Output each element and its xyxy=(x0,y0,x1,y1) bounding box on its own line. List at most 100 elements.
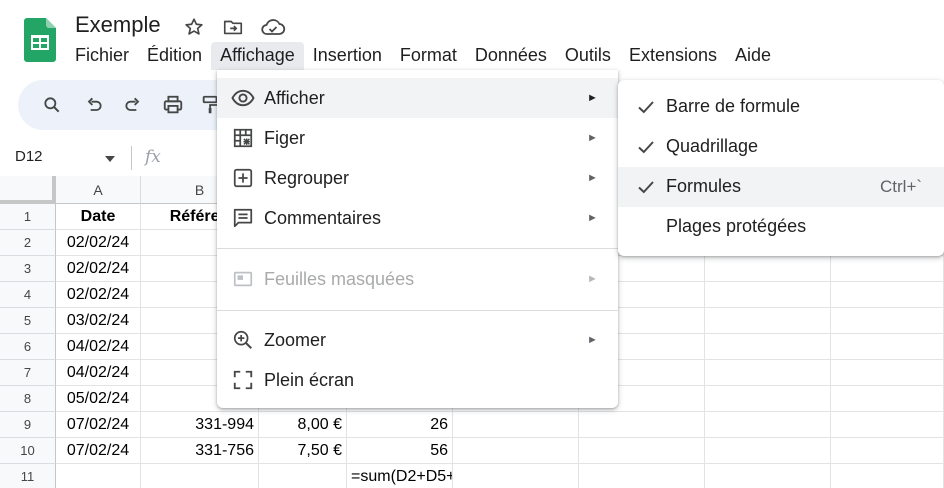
table-cell[interactable] xyxy=(141,464,258,488)
fx-icon: fx xyxy=(145,147,161,167)
checkmark-icon xyxy=(636,137,656,157)
submenu-arrow-icon: ► xyxy=(587,334,598,346)
view-menu-label: Plein écran xyxy=(264,369,355,390)
name-box-dropdown-icon[interactable] xyxy=(104,151,116,169)
row-header[interactable]: 7 xyxy=(0,360,56,386)
row-header[interactable]: 4 xyxy=(0,282,56,308)
menu-fichier[interactable]: Fichier xyxy=(66,42,138,70)
eye-icon xyxy=(231,86,255,110)
submenu-item-barre-de-formule[interactable]: Barre de formule xyxy=(618,87,944,127)
sheets-window: Exemple Fichier Édition Affichage Insert… xyxy=(0,0,944,488)
table-cell[interactable]: Date xyxy=(56,204,140,230)
table-cell[interactable]: 07/02/24 xyxy=(56,412,140,438)
comment-icon xyxy=(231,206,255,230)
sheets-logo-icon[interactable] xyxy=(24,18,56,62)
table-cell[interactable]: 02/02/24 xyxy=(56,230,140,256)
submenu-label: Quadrillage xyxy=(666,136,759,156)
menu-affichage[interactable]: Affichage xyxy=(211,42,304,70)
submenu-label: Barre de formule xyxy=(666,96,801,116)
view-menu-label: Regrouper xyxy=(264,167,350,188)
submenu-arrow-icon: ► xyxy=(587,132,598,144)
table-cell[interactable]: 8,00 € xyxy=(259,412,346,438)
row-header[interactable]: 2 xyxy=(0,230,56,256)
search-menus-icon[interactable] xyxy=(40,93,64,117)
view-menu-label: Figer xyxy=(264,127,306,148)
menu-edition[interactable]: Édition xyxy=(138,42,211,70)
submenu-arrow-icon: ► xyxy=(587,273,598,285)
menu-bar: Fichier Édition Affichage Insertion Form… xyxy=(66,42,780,70)
menu-outils[interactable]: Outils xyxy=(556,42,620,70)
print-icon[interactable] xyxy=(161,93,185,117)
move-folder-icon[interactable] xyxy=(220,14,246,40)
table-cell[interactable]: 04/02/24 xyxy=(56,360,140,386)
document-title[interactable]: Exemple xyxy=(75,12,161,38)
table-cell[interactable]: 07/02/24 xyxy=(56,438,140,464)
table-cell[interactable]: 331-756 xyxy=(141,438,258,464)
name-box[interactable]: D12 xyxy=(15,148,43,165)
view-menu-label: Zoomer xyxy=(264,329,327,350)
checkmark-icon xyxy=(636,177,656,197)
group-plus-icon xyxy=(231,166,255,190)
view-menu-item-afficher[interactable]: Afficher ► xyxy=(217,78,618,118)
view-menu-item-feuilles-masquees: Feuilles masquées ► xyxy=(217,259,618,299)
view-menu-label: Feuilles masquées xyxy=(264,268,415,289)
submenu-item-formules[interactable]: Formules Ctrl+` xyxy=(618,167,944,207)
menu-separator xyxy=(217,248,618,249)
freeze-icon xyxy=(231,126,255,150)
submenu-arrow-icon: ► xyxy=(587,92,598,104)
row-header[interactable]: 6 xyxy=(0,334,56,360)
table-cell[interactable]: 05/02/24 xyxy=(56,386,140,412)
table-cell[interactable]: =sum(D2+D5+ xyxy=(347,464,452,488)
table-cell[interactable]: 02/02/24 xyxy=(56,282,140,308)
menu-donnees[interactable]: Données xyxy=(466,42,556,70)
view-menu-item-figer[interactable]: Figer ► xyxy=(217,118,618,158)
menu-separator xyxy=(217,310,618,311)
zoom-in-icon xyxy=(231,328,255,352)
row-header[interactable]: 5 xyxy=(0,308,56,334)
formula-bar-divider xyxy=(131,146,132,170)
table-cell[interactable]: 7,50 € xyxy=(259,438,346,464)
row-header[interactable]: 8 xyxy=(0,386,56,412)
view-menu-label: Afficher xyxy=(264,87,325,108)
view-menu-item-zoomer[interactable]: Zoomer ► xyxy=(217,320,618,360)
table-cell[interactable]: 04/02/24 xyxy=(56,334,140,360)
redo-icon[interactable] xyxy=(121,93,145,117)
row-header[interactable]: 10 xyxy=(0,438,56,464)
fullscreen-icon xyxy=(231,368,255,392)
show-submenu: Barre de formule Quadrillage Formules Ct… xyxy=(618,80,944,256)
table-cell[interactable]: 02/02/24 xyxy=(56,256,140,282)
shortcut-hint: Ctrl+` xyxy=(880,177,923,196)
submenu-label: Plages protégées xyxy=(666,216,807,236)
view-menu-label: Commentaires xyxy=(264,207,382,228)
submenu-item-plages-protegees[interactable]: Plages protégées xyxy=(618,207,944,247)
checkmark-icon xyxy=(636,97,656,117)
row-header[interactable]: 3 xyxy=(0,256,56,282)
view-menu-item-plein-ecran[interactable]: Plein écran xyxy=(217,360,618,400)
submenu-label: Formules xyxy=(666,176,742,196)
submenu-arrow-icon: ► xyxy=(587,212,598,224)
column-header-a[interactable]: A xyxy=(56,176,141,204)
table-cell[interactable]: 26 xyxy=(347,412,452,438)
star-icon[interactable] xyxy=(181,14,207,40)
hidden-sheet-icon xyxy=(231,267,255,291)
submenu-item-quadrillage[interactable]: Quadrillage xyxy=(618,127,944,167)
table-cell[interactable]: 03/02/24 xyxy=(56,308,140,334)
view-menu-dropdown: Afficher ► Figer ► Regrouper ► Commentai… xyxy=(217,70,618,408)
select-all-corner[interactable] xyxy=(0,176,56,204)
menu-format[interactable]: Format xyxy=(391,42,466,70)
undo-icon[interactable] xyxy=(82,93,106,117)
table-cell[interactable]: 56 xyxy=(347,438,452,464)
cloud-saved-icon[interactable] xyxy=(260,14,286,40)
menu-aide[interactable]: Aide xyxy=(726,42,780,70)
row-header[interactable]: 11 xyxy=(0,464,56,488)
table-cell[interactable]: 331-994 xyxy=(141,412,258,438)
view-menu-item-regrouper[interactable]: Regrouper ► xyxy=(217,158,618,198)
table-cell[interactable] xyxy=(56,464,140,488)
menu-extensions[interactable]: Extensions xyxy=(620,42,726,70)
row-header[interactable]: 1 xyxy=(0,204,56,230)
row-header[interactable]: 9 xyxy=(0,412,56,438)
view-menu-item-commentaires[interactable]: Commentaires ► xyxy=(217,198,618,238)
menu-insertion[interactable]: Insertion xyxy=(304,42,391,70)
table-cell[interactable] xyxy=(259,464,346,488)
submenu-arrow-icon: ► xyxy=(587,172,598,184)
